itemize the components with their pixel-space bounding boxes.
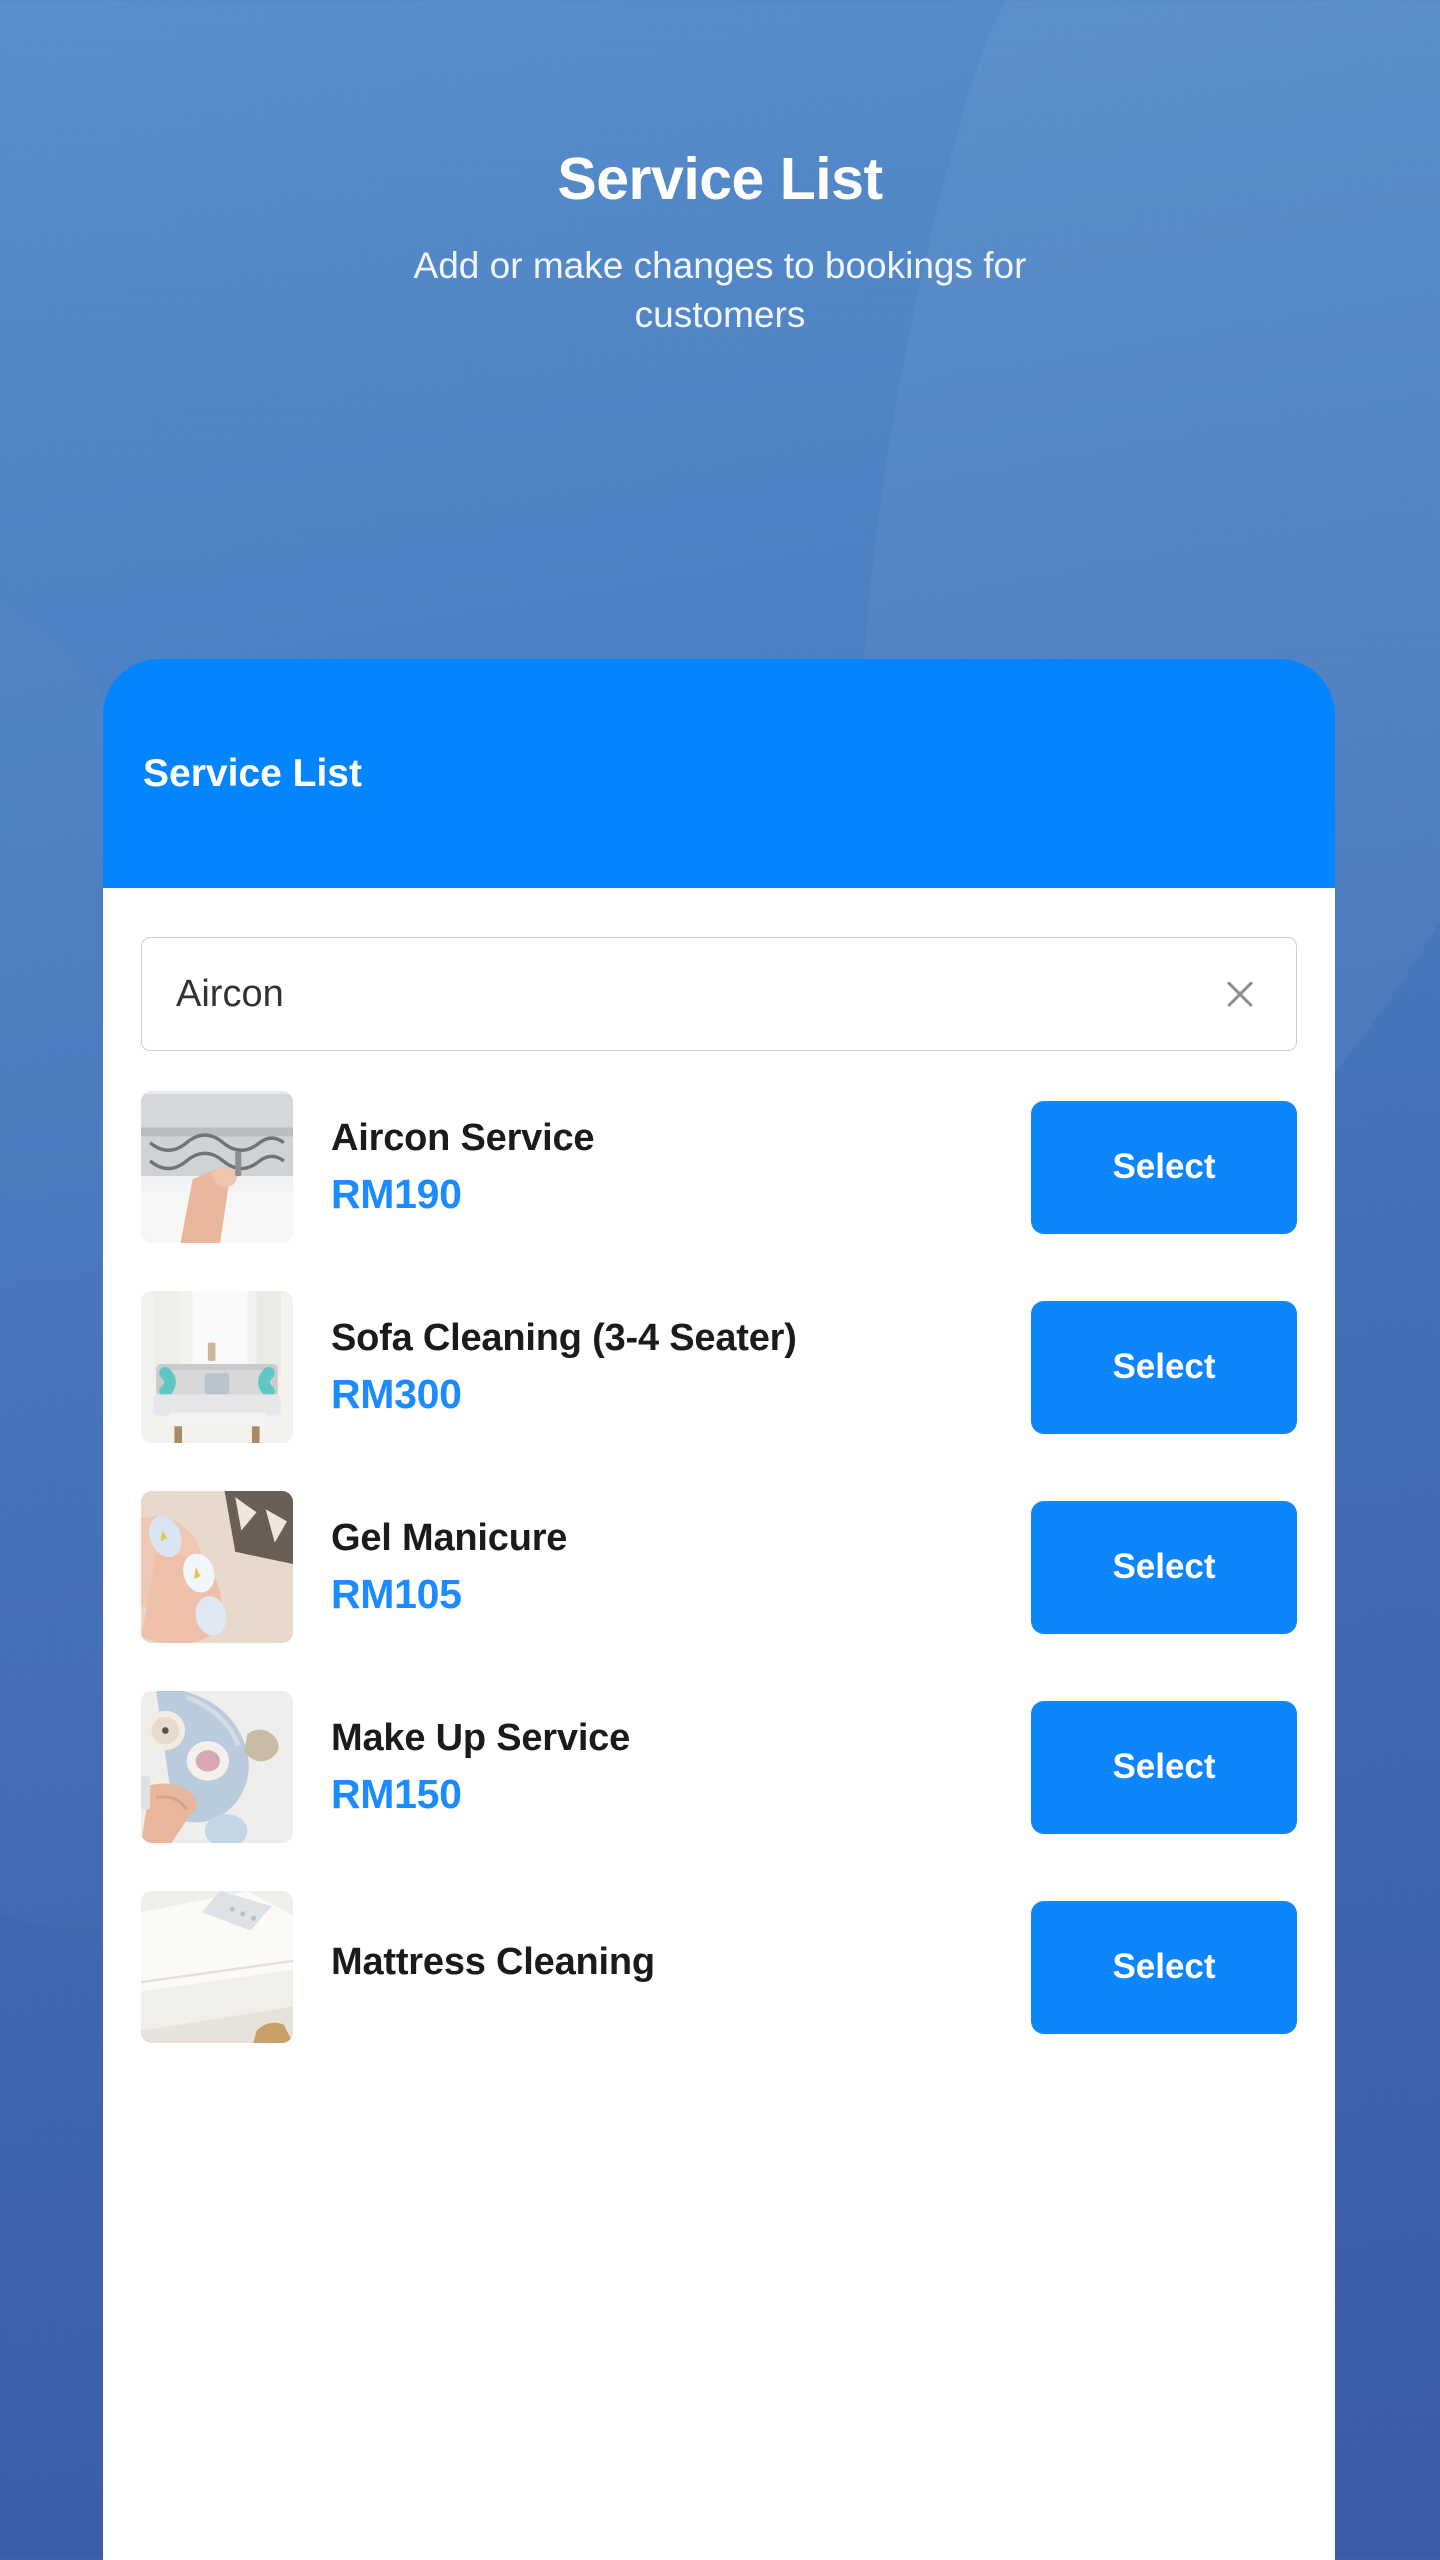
sofa-cleaning-thumbnail — [141, 1291, 293, 1443]
list-item[interactable]: Sofa Cleaning (3-4 Seater) RM300 Select — [141, 1267, 1297, 1467]
service-list-card: Service List Aircon Aircon Service RM190… — [103, 659, 1335, 2560]
service-info: Mattress Cleaning — [293, 1939, 1031, 1994]
card-header-title: Service List — [143, 751, 362, 795]
list-item[interactable]: Mattress Cleaning Select — [141, 1867, 1297, 2067]
service-price: RM300 — [331, 1371, 462, 1418]
search-box[interactable]: Aircon — [141, 937, 1297, 1051]
close-icon[interactable] — [1218, 972, 1262, 1016]
list-item[interactable]: Make Up Service RM150 Select — [141, 1667, 1297, 1867]
service-name: Gel Manicure — [331, 1516, 568, 1559]
select-button[interactable]: Select — [1031, 1500, 1297, 1634]
select-button[interactable]: Select — [1031, 1900, 1297, 2034]
service-info: Gel Manicure RM105 — [293, 1515, 1031, 1620]
service-info: Make Up Service RM150 — [293, 1715, 1031, 1820]
list-item[interactable]: Gel Manicure RM105 Select — [141, 1467, 1297, 1667]
service-name: Mattress Cleaning — [331, 1941, 655, 1984]
service-name: Aircon Service — [331, 1116, 595, 1159]
page-title: Service List — [557, 146, 883, 212]
service-info: Aircon Service RM190 — [293, 1115, 1031, 1220]
service-info: Sofa Cleaning (3-4 Seater) RM300 — [293, 1315, 1031, 1420]
mattress-cleaning-thumbnail — [141, 1891, 293, 2043]
search-input[interactable]: Aircon — [176, 973, 1218, 1016]
select-button[interactable]: Select — [1031, 1100, 1297, 1234]
service-price: RM105 — [331, 1571, 462, 1618]
select-button[interactable]: Select — [1031, 1700, 1297, 1834]
card-body: Aircon Aircon Service RM190 Select Sofa … — [103, 888, 1335, 2560]
make-up-service-thumbnail — [141, 1691, 293, 1843]
service-name: Make Up Service — [331, 1716, 631, 1759]
service-name: Sofa Cleaning (3-4 Seater) — [331, 1316, 797, 1359]
aircon-service-thumbnail — [141, 1091, 293, 1243]
service-list: Aircon Service RM190 Select Sofa Cleanin… — [141, 1051, 1297, 2067]
select-button[interactable]: Select — [1031, 1300, 1297, 1434]
page-subtitle: Add or make changes to bookings for cust… — [413, 245, 1027, 336]
card-header: Service List — [103, 659, 1335, 888]
service-price: RM150 — [331, 1771, 462, 1818]
list-item[interactable]: Aircon Service RM190 Select — [141, 1067, 1297, 1267]
gel-manicure-thumbnail — [141, 1491, 293, 1643]
search-section: Aircon — [141, 888, 1297, 1051]
page-header: Service List Add or make changes to book… — [0, 0, 1440, 339]
service-price: RM190 — [331, 1171, 462, 1218]
